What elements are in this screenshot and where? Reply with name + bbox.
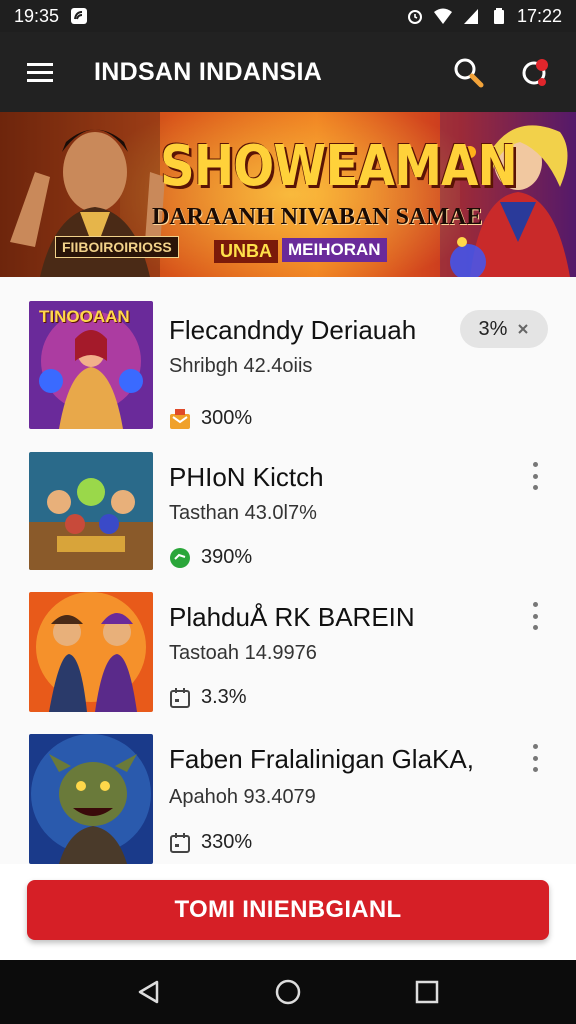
banner-title: SHOWEAMAN	[160, 134, 518, 199]
wifi-icon	[433, 7, 453, 25]
notification-icon[interactable]	[520, 56, 552, 88]
calendar-icon	[169, 832, 191, 854]
banner-tag-2: MEIHORAN	[282, 238, 387, 262]
promo-banner[interactable]: SHOWEAMAN DARAANH NIVABAN SAMAE UNBA MEI…	[0, 112, 576, 277]
alarm-icon	[405, 7, 425, 25]
banner-nameplate: FIIBOIROIRIOSS	[55, 236, 179, 258]
game-list: TINOOAAN Flecandndy Deriauah Shribgh 42.…	[0, 277, 576, 864]
game-thumbnail[interactable]	[29, 592, 153, 712]
item-stat-value: 330%	[201, 831, 253, 853]
item-subtitle: Tastoah 14.9976	[169, 642, 317, 664]
item-title: PlahduÅ RK BAREIN	[169, 602, 415, 632]
game-thumbnail[interactable]: TINOOAAN	[29, 301, 153, 429]
status-bar: 19:35 17:22	[0, 0, 576, 32]
app-title: INDSAN INDANSIA	[94, 57, 323, 86]
percent-pill[interactable]: 3%	[460, 310, 548, 348]
thumbnail-label: TINOOAAN	[39, 307, 130, 326]
status-time-left: 19:35	[14, 5, 60, 26]
more-options-icon[interactable]	[524, 598, 546, 634]
more-options-icon[interactable]	[524, 458, 546, 494]
app-bar: INDSAN INDANSIA	[0, 32, 576, 112]
game-thumbnail[interactable]	[29, 734, 153, 864]
search-icon[interactable]	[452, 56, 484, 88]
item-subtitle: Tasthan 43.0l7%	[169, 502, 317, 524]
list-item[interactable]: TINOOAAN Flecandndy Deriauah Shribgh 42.…	[0, 277, 576, 429]
system-nav-bar	[0, 960, 576, 1024]
back-icon[interactable]	[129, 972, 169, 1012]
list-item[interactable]: Faben Fralalinigan GlaKA, Apahoh 93.4079…	[0, 706, 576, 864]
battery-icon	[489, 7, 509, 25]
app-notification-icon	[69, 7, 89, 25]
item-title: Flecandndy Deriauah	[169, 315, 417, 345]
home-icon[interactable]	[268, 972, 308, 1012]
cta-container: TOMI INIENBGIANL	[0, 864, 576, 960]
list-item[interactable]: PlahduÅ RK BAREIN Tastoah 14.9976 3.3%	[0, 564, 576, 712]
primary-cta-button[interactable]: TOMI INIENBGIANL	[27, 880, 549, 940]
game-thumbnail[interactable]	[29, 452, 153, 570]
banner-subtitle: DARAANH NIVABAN SAMAE	[152, 204, 483, 230]
menu-icon[interactable]	[24, 56, 56, 88]
close-icon[interactable]	[517, 318, 529, 341]
item-subtitle: Apahoh 93.4079	[169, 786, 316, 808]
status-time-right: 17:22	[516, 5, 562, 26]
recents-icon[interactable]	[407, 972, 447, 1012]
item-stat: 330%	[169, 831, 252, 854]
pill-value: 3%	[478, 317, 508, 340]
signal-icon	[461, 7, 481, 25]
list-item[interactable]: PHIoN Kictch Tasthan 43.0l7% 390%	[0, 424, 576, 570]
banner-tag-1: UNBA	[214, 240, 278, 263]
more-options-icon[interactable]	[524, 740, 546, 776]
item-title: Faben Fralalinigan GlaKA,	[169, 744, 474, 774]
item-subtitle: Shribgh 42.4oiis	[169, 355, 313, 377]
item-title: PHIoN Kictch	[169, 462, 324, 492]
